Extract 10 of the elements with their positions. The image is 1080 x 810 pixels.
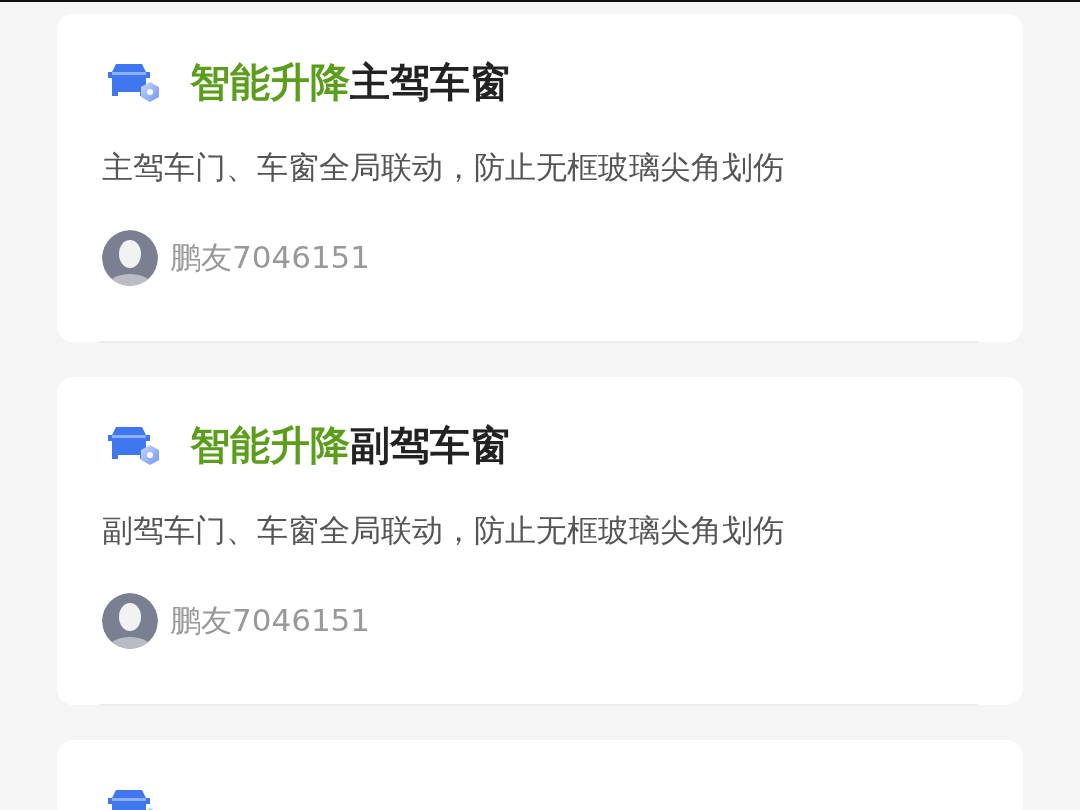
card-background[interactable]: 智能升降主驾车窗 主驾车门、车窗全局联动，防止无框玻璃尖角划伤 鹏友7046151 (57, 14, 1023, 342)
author-name: 鹏友7046151 (170, 238, 371, 277)
author-name: 鹏友7046151 (170, 601, 371, 640)
card-background[interactable]: 智能升降副驾车窗 副驾车门、车窗全局联动，防止无框玻璃尖角划伤 鹏友7046151 (57, 377, 1023, 705)
card-description: 主驾车门、车窗全局联动，防止无框玻璃尖角划伤 (102, 148, 785, 187)
avatar-icon (102, 593, 158, 649)
card-description: 副驾车门、车窗全局联动，防止无框玻璃尖角划伤 (102, 511, 785, 550)
card-title: 智能升降副驾车窗 (190, 420, 510, 470)
avatar-icon (102, 230, 158, 286)
card-title: 智能升降主驾车窗 (190, 57, 510, 107)
